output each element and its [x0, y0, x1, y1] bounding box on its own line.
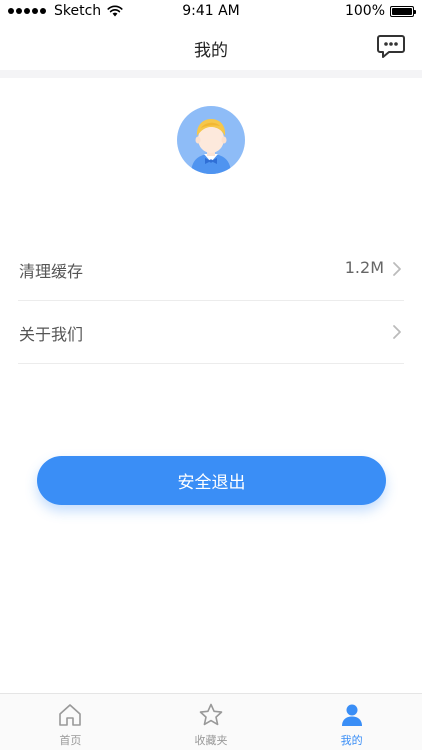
home-icon	[59, 704, 82, 726]
settings-list: 清理缓存 1.2M 关于我们	[0, 238, 422, 364]
tab-mine-label: 我的	[340, 734, 363, 747]
about-us-row[interactable]: 关于我们	[18, 301, 404, 364]
about-us-label: 关于我们	[19, 325, 84, 344]
user-avatar-icon[interactable]	[177, 106, 245, 174]
person-icon	[341, 704, 362, 726]
page-title: 我的	[194, 41, 228, 61]
chevron-right-icon	[393, 325, 401, 339]
tab-bar: 首页 收藏夹 我的	[0, 693, 422, 750]
clear-cache-label: 清理缓存	[19, 262, 84, 281]
battery-icon	[390, 5, 416, 17]
tab-home-label: 首页	[59, 734, 82, 747]
clear-cache-row[interactable]: 清理缓存 1.2M	[18, 238, 404, 301]
status-bar: Sketch 9:41 AM 100%	[0, 0, 422, 24]
battery-percent: 100%	[344, 3, 385, 19]
screen: Sketch 9:41 AM 100% 我的 清理缓存 1.2M 关于我们 安全…	[0, 0, 422, 750]
cache-size-value: 1.2M	[344, 258, 384, 277]
logout-button[interactable]: 安全退出	[37, 456, 386, 505]
tab-favorites[interactable]: 收藏夹	[141, 694, 282, 750]
message-icon[interactable]	[376, 33, 406, 61]
tab-home[interactable]: 首页	[0, 694, 141, 750]
nav-separator	[0, 70, 422, 78]
star-icon	[199, 703, 223, 726]
chevron-right-icon	[393, 262, 401, 276]
tab-mine[interactable]: 我的	[281, 694, 422, 750]
tab-favorites-label: 收藏夹	[194, 734, 228, 747]
nav-bar: 我的	[0, 24, 422, 70]
status-right: 100%	[344, 3, 416, 19]
